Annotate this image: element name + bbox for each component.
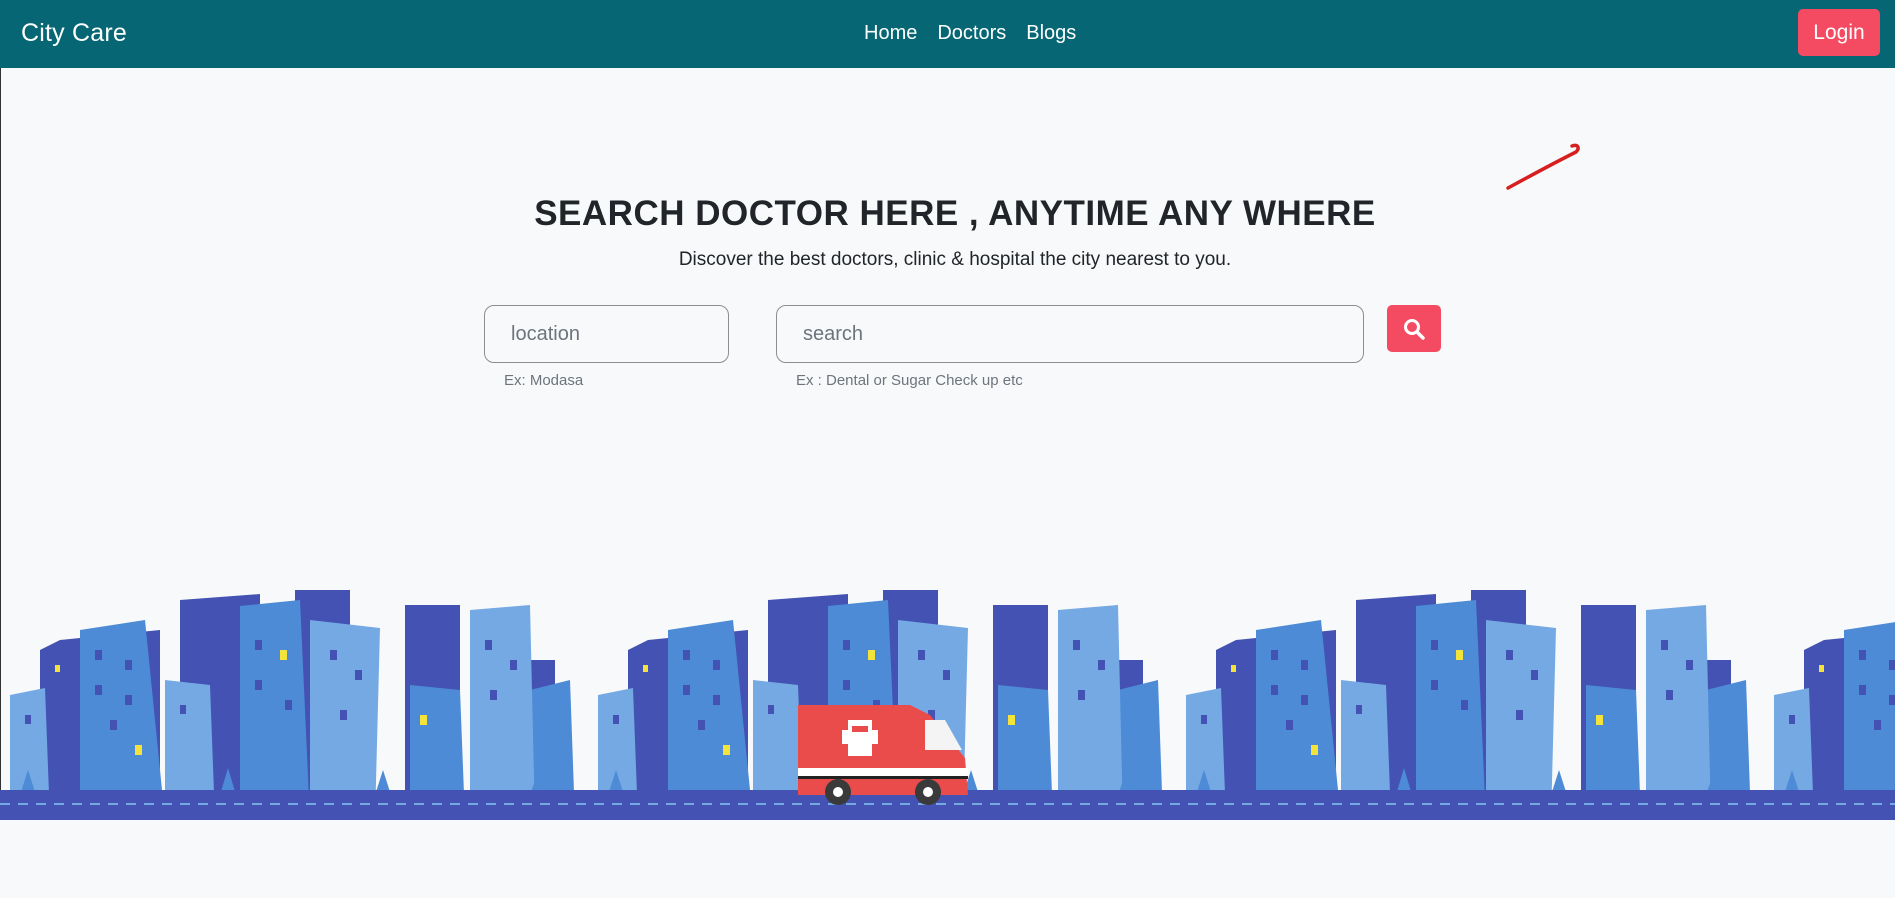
nav-link-blogs[interactable]: Blogs <box>1026 22 1076 45</box>
hero-title: SEARCH DOCTOR HERE , ANYTIME ANY WHERE <box>534 194 1376 233</box>
location-hint: Ex: Modasa <box>504 372 584 389</box>
location-input[interactable] <box>484 305 729 363</box>
search-icon <box>1404 319 1425 340</box>
login-button[interactable]: Login <box>1798 9 1880 56</box>
search-input[interactable] <box>776 305 1364 363</box>
search-button[interactable] <box>1387 305 1441 352</box>
search-hint: Ex : Dental or Sugar Check up etc <box>796 372 1023 389</box>
decorative-squiggle <box>1506 143 1580 190</box>
hero-subtitle: Discover the best doctors, clinic & hosp… <box>678 249 1232 270</box>
city-skyline-illustration <box>0 590 1895 820</box>
brand-logo[interactable]: City Care <box>21 19 127 48</box>
nav-link-doctors[interactable]: Doctors <box>937 22 1006 45</box>
nav-links: Home Doctors Blogs <box>864 22 1076 45</box>
nav-link-home[interactable]: Home <box>864 22 917 45</box>
ambulance-icon <box>798 705 968 805</box>
navbar: City Care Home Doctors Blogs Login <box>0 0 1895 68</box>
